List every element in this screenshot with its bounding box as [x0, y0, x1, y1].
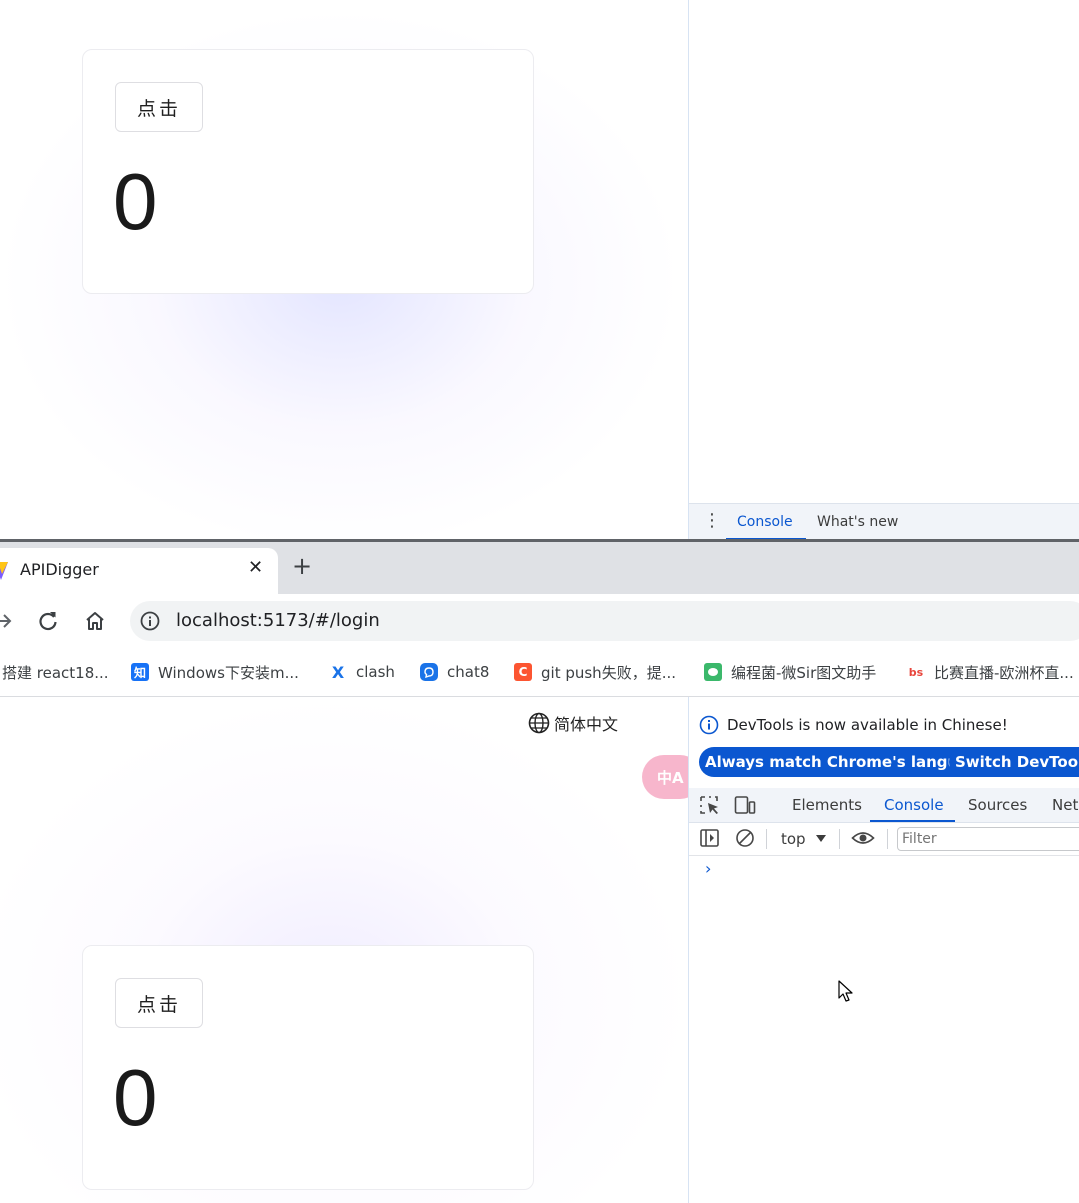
switch-devtools-language-button[interactable]: Switch DevTools to — [949, 747, 1079, 777]
home-icon[interactable] — [82, 608, 108, 634]
globe-icon — [528, 712, 550, 734]
active-tab-indicator — [870, 820, 955, 822]
devtools-pane: DevTools is now available in Chinese! Al… — [688, 697, 1079, 1203]
bookmark-label: git push失败，提... — [541, 663, 676, 682]
devtools-tab-bar: Elements Console Sources Network — [689, 788, 1079, 823]
url-text: localhost:5173/#/login — [176, 610, 380, 631]
bookmark-euro-cup[interactable]: bs 比赛直播-欧洲杯直... — [907, 662, 1074, 682]
counter-value: 0 — [113, 157, 158, 246]
translate-icon[interactable]: 中A — [642, 755, 688, 799]
show-sidebar-icon[interactable] — [699, 828, 721, 848]
page-viewport: 简体中文 中A 点击 0 — [0, 697, 688, 1203]
console-toolbar: top — [689, 823, 1079, 856]
drawer-tab-console[interactable]: Console — [737, 514, 793, 530]
tab-elements[interactable]: Elements — [792, 796, 862, 814]
bookmark-label: clash — [356, 663, 395, 681]
language-infobar: DevTools is now available in Chinese! — [699, 715, 1008, 735]
reload-icon[interactable] — [35, 608, 61, 634]
vite-logo-icon — [0, 562, 8, 580]
dropdown-arrow-icon — [815, 835, 826, 842]
bookmark-chat8[interactable]: chat8 — [420, 662, 489, 682]
bookmark-label: Windows下安装m... — [158, 663, 299, 682]
bookmark-bianchengjun[interactable]: 编程菌-微Sir图文助手 — [704, 662, 876, 682]
language-switcher[interactable]: 简体中文 — [528, 711, 618, 735]
infobar-message: DevTools is now available in Chinese! — [727, 716, 1008, 734]
clash-x-icon: X — [331, 662, 345, 682]
forward-arrow-icon[interactable] — [0, 608, 16, 634]
language-label: 简体中文 — [554, 715, 619, 734]
tab-sources[interactable]: Sources — [968, 796, 1027, 814]
previous-frame: 点击 0 ⋮ Console What's new — [0, 0, 1079, 540]
csdn-c-icon: C — [514, 663, 532, 681]
bookmark-label: 比赛直播-欧洲杯直... — [934, 663, 1074, 682]
new-tab-plus-icon[interactable]: + — [292, 554, 312, 578]
tab-console[interactable]: Console — [884, 796, 944, 814]
site-info-icon[interactable] — [140, 611, 160, 631]
bookmark-label: chat8 — [447, 663, 490, 681]
tab-title: APIDigger — [20, 560, 99, 579]
bookmark-clash[interactable]: X clash — [329, 662, 395, 682]
counter-card: 点击 0 — [82, 945, 534, 1190]
toolbar-separator — [839, 829, 840, 849]
previous-page-viewport: 点击 0 — [0, 0, 688, 540]
clear-console-icon[interactable] — [734, 828, 756, 848]
counter-card: 点击 0 — [82, 49, 534, 294]
kebab-menu-icon[interactable]: ⋮ — [703, 512, 721, 530]
context-selector[interactable]: top — [781, 830, 826, 848]
bs-icon: bs — [908, 665, 924, 679]
devtools-drawer-bar: ⋮ Console What's new — [689, 503, 1079, 540]
browser-tab[interactable]: APIDigger ✕ — [0, 548, 278, 594]
address-bar[interactable]: localhost:5173/#/login — [130, 601, 1079, 641]
wechat-icon — [704, 663, 722, 681]
bookmark-label: 搭建 react18... — [2, 663, 109, 682]
tab-strip: APIDigger ✕ + — [0, 542, 1079, 594]
info-icon — [699, 715, 719, 735]
context-label: top — [781, 830, 806, 848]
console-prompt[interactable]: › — [705, 859, 711, 878]
close-icon[interactable]: ✕ — [248, 557, 263, 578]
bookmark-git-push[interactable]: C git push失败，提... — [514, 662, 676, 682]
click-button[interactable]: 点击 — [115, 978, 203, 1028]
browser-toolbar: localhost:5173/#/login — [0, 594, 1079, 648]
device-toolbar-icon[interactable] — [734, 795, 756, 815]
click-button[interactable]: 点击 — [115, 82, 203, 132]
previous-devtools-pane: ⋮ Console What's new — [688, 0, 1079, 540]
mouse-pointer-icon — [838, 980, 853, 1002]
toolbar-separator — [766, 829, 767, 849]
console-filter-input[interactable] — [897, 827, 1079, 851]
chat-bubble-icon — [420, 663, 438, 681]
inspect-element-icon[interactable] — [699, 795, 721, 815]
bookmark-label: 编程菌-微Sir图文助手 — [731, 663, 877, 682]
drawer-tab-whats-new[interactable]: What's new — [817, 514, 898, 530]
zhihu-icon: 知 — [131, 663, 149, 681]
toolbar-separator — [887, 829, 888, 849]
bookmark-windows-install[interactable]: 知 Windows下安装m... — [131, 662, 299, 682]
bookmarks-bar: 搭建 react18... 知 Windows下安装m... X clash c… — [0, 648, 1079, 697]
bookmark-react18[interactable]: 搭建 react18... — [2, 662, 109, 682]
counter-value: 0 — [113, 1053, 158, 1142]
tab-network[interactable]: Network — [1052, 796, 1079, 814]
live-expression-eye-icon[interactable] — [851, 828, 875, 848]
